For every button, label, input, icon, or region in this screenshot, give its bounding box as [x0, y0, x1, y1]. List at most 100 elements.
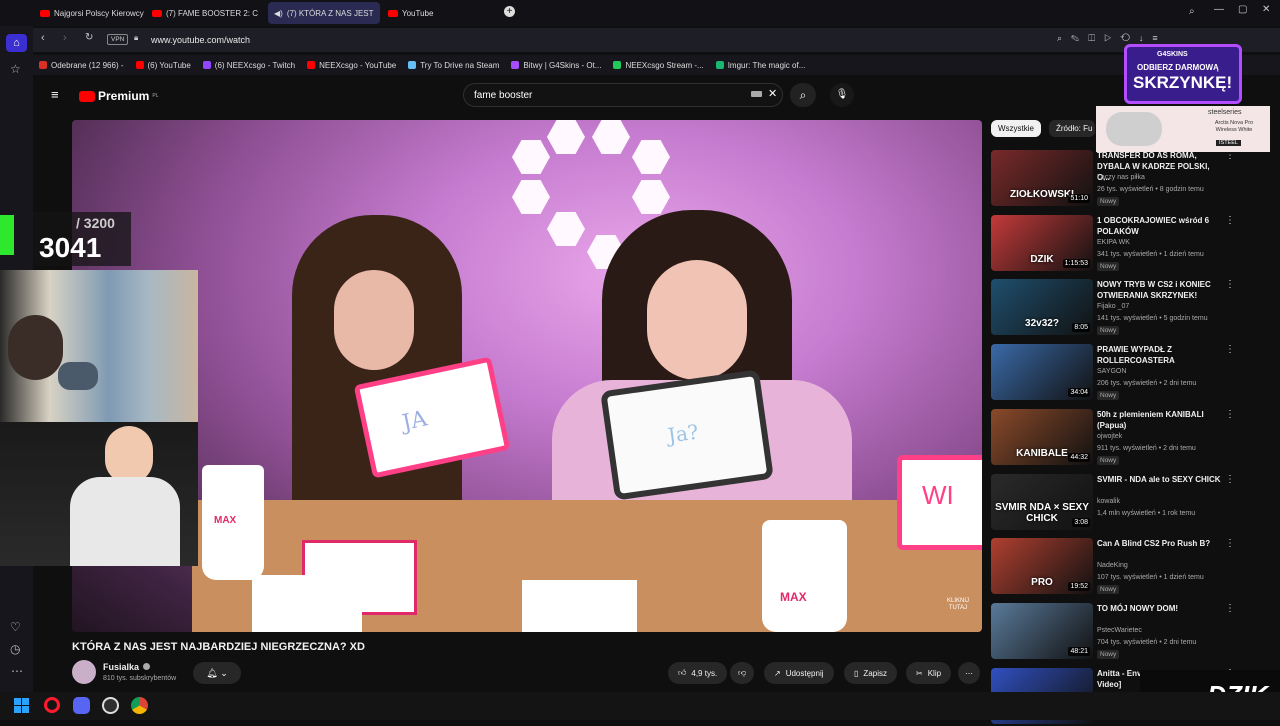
windows-start-icon[interactable] — [14, 698, 29, 713]
clear-search-icon[interactable]: ✕ — [768, 87, 777, 100]
bookmark-item[interactable]: (6) NEEXcsgo - Twitch — [197, 61, 301, 70]
webcam-streamer — [0, 422, 198, 566]
clip-button[interactable]: ✂ Klip — [906, 662, 952, 684]
tab-4[interactable]: YouTube — [382, 2, 496, 24]
recommendation-meta: 107 tys. wyświetleń • 1 dzień temu — [1097, 574, 1204, 582]
tab-2[interactable]: (7) FAME BOOSTER 2: Cas — [146, 2, 258, 24]
board-text-left: JA — [400, 406, 430, 436]
like-button[interactable]: 👍︎ 4,9 tys. — [668, 662, 728, 684]
recommendation-title[interactable]: SVMIR - NDA ale to SEXY CHICK — [1097, 474, 1223, 485]
back-icon[interactable]: ‹ — [41, 32, 45, 44]
recommendation-title[interactable]: Can A Blind CS2 Pro Rush B? — [1097, 538, 1223, 549]
search-input[interactable]: fame booster — [463, 83, 783, 107]
recommendation-title[interactable]: 1 OBCOKRAJOWIEC wśród 6 POLAKÓW — [1097, 215, 1223, 237]
g4skins-icon — [511, 61, 520, 69]
share-button[interactable]: ↗ Udostępnij — [764, 662, 834, 684]
bookmark-item[interactable]: Imgur: The magic of... — [710, 61, 812, 70]
recommendation-card[interactable]: 32v32? 8:05 NOWY TRYB W CS2 i KONIEC OTW… — [991, 279, 1261, 337]
video-thumbnail[interactable]: 48:21 — [991, 602, 1093, 659]
steelseries-ad[interactable]: steelseries Arctis Nova Pro Wireless Whi… — [1096, 106, 1270, 152]
more-options-icon[interactable]: ⋮ — [1225, 409, 1235, 420]
dislike-button[interactable]: 👎︎ — [730, 662, 755, 684]
new-tab-button[interactable]: + — [504, 6, 515, 17]
search-tabs-icon[interactable]: ⌕ — [1189, 6, 1195, 17]
recommendation-channel[interactable]: NadeKing — [1097, 562, 1128, 569]
more-options-icon[interactable]: ⋮ — [1225, 215, 1235, 226]
heart-icon[interactable]: ♡ — [10, 620, 21, 634]
recommendation-card[interactable]: KANIBALE 44:32 50h z plemieniem KANIBALI… — [991, 408, 1261, 467]
recommendation-card[interactable]: DZIK 1:15:53 1 OBCOKRAJOWIEC wśród 6 POL… — [991, 214, 1261, 273]
hex-light — [632, 140, 670, 174]
more-options-icon[interactable]: ⋮ — [1225, 603, 1235, 614]
obs-taskbar-icon[interactable] — [102, 697, 119, 714]
recommendation-channel[interactable]: Fijako _07 — [1097, 303, 1129, 310]
bookmark-item[interactable]: Try To Drive na Steam — [402, 61, 505, 70]
opera-taskbar-icon[interactable] — [44, 697, 60, 713]
video-thumbnail[interactable]: DZIK 1:15:53 — [991, 214, 1093, 271]
tab-3-active[interactable]: ◀) (7) KTÓRA Z NAS JEST — [268, 2, 380, 24]
recommendation-channel[interactable]: ojwojtek — [1097, 433, 1122, 440]
menu-icon[interactable]: ≡ — [51, 87, 59, 102]
video-thumbnail[interactable]: 34:04 — [991, 344, 1093, 401]
keyboard-icon[interactable] — [751, 91, 762, 97]
recommendation-card[interactable]: 48:21 TO MÓJ NOWY DOM! PstecWarietec 704… — [991, 602, 1261, 661]
video-thumbnail[interactable]: SVMIR NDA × SEXY CHICK 3:08 — [991, 473, 1093, 530]
vpn-badge[interactable]: VPN — [107, 34, 129, 45]
bookmark-item[interactable]: NEEXcsgo Stream -... — [607, 61, 709, 70]
recommendation-title[interactable]: 50h z plemieniem KANIBALI (Papua) — [1097, 409, 1223, 431]
tab-1[interactable]: Najgorsi Polscy Kierowcy — [34, 2, 144, 24]
chrome-taskbar-icon[interactable] — [131, 697, 148, 714]
promo-banner[interactable]: G4SKINS ODBIERZ DARMOWĄ SKRZYNKĘ! — [1124, 44, 1242, 104]
video-thumbnail[interactable]: KANIBALE 44:32 — [991, 408, 1093, 465]
chip-source[interactable]: Źródło: Fu — [1049, 120, 1095, 137]
recommendation-card[interactable]: SVMIR NDA × SEXY CHICK 3:08 SVMIR - NDA … — [991, 473, 1261, 532]
youtube-logo[interactable]: Premium PL — [79, 89, 158, 103]
recommendation-channel[interactable]: PstecWarietec — [1097, 627, 1142, 634]
video-thumbnail[interactable]: PRO 19:52 — [991, 538, 1093, 595]
more-actions-button[interactable]: ⋯ — [958, 662, 980, 684]
recommendation-card[interactable]: PRO 19:52 Can A Blind CS2 Pro Rush B? Na… — [991, 538, 1261, 596]
history-icon[interactable]: ◷ — [10, 642, 20, 656]
voice-search-icon[interactable]: 🎙︎ — [830, 83, 854, 107]
more-options-icon[interactable]: ⋮ — [1225, 344, 1235, 355]
notifications-button[interactable]: 🔔︎ ⌄ — [193, 662, 241, 684]
recommendation-card[interactable]: 34:04 PRAWIE WYPADŁ Z ROLLERCOASTERA SAY… — [991, 344, 1261, 402]
more-icon[interactable]: ⋯ — [11, 664, 23, 678]
forward-icon[interactable]: › — [63, 32, 67, 44]
recommendation-channel[interactable]: SAYGON — [1097, 368, 1126, 375]
url-field[interactable]: www.youtube.com/watch — [151, 35, 250, 45]
maximize-button[interactable]: ▢ — [1238, 4, 1247, 15]
speaker-icon[interactable]: ◀) — [274, 9, 283, 18]
recommendation-card[interactable]: ZIOŁKOWSKI 51:10 TRANSFER DO AS ROMA, DY… — [991, 150, 1261, 208]
watermark[interactable]: KLIKNIJ TUTAJ — [942, 598, 974, 612]
video-player[interactable]: JA Ja? WI MAX MAX KLIKNIJ TUTAJ — [72, 120, 982, 632]
recommendation-title[interactable]: PRAWIE WYPADŁ Z ROLLERCOASTERA — [1097, 344, 1223, 366]
discord-taskbar-icon[interactable] — [73, 697, 90, 714]
bookmark-item[interactable]: Bitwy | G4Skins - Ot... — [505, 61, 607, 70]
search-button[interactable]: ⌕ — [790, 83, 816, 107]
minimize-button[interactable]: — — [1214, 4, 1224, 15]
youtube-icon — [40, 9, 50, 17]
recommendation-title[interactable]: NOWY TRYB W CS2 i KONIEC OTWIERANIA SKRZ… — [1097, 279, 1223, 301]
video-thumbnail[interactable]: 32v32? 8:05 — [991, 279, 1093, 336]
close-window-button[interactable]: ✕ — [1262, 4, 1270, 15]
reload-icon[interactable]: ↻ — [85, 32, 93, 43]
video-thumbnail[interactable]: ZIOŁKOWSKI 51:10 — [991, 150, 1093, 206]
pinboard-icon[interactable]: ☆ — [10, 62, 21, 76]
recommendation-title[interactable]: TO MÓJ NOWY DOM! — [1097, 603, 1223, 614]
home-icon[interactable]: ⌂ — [6, 34, 27, 52]
bookmark-item[interactable]: Odebrane (12 966) - — [33, 61, 130, 70]
recommendation-channel[interactable]: Łączy nas piłka — [1097, 174, 1145, 181]
more-options-icon[interactable]: ⋮ — [1225, 279, 1235, 290]
chip-all[interactable]: Wszystkie — [991, 120, 1041, 137]
channel-name[interactable]: Fusialka — [103, 662, 139, 672]
channel-avatar[interactable] — [72, 660, 96, 684]
person-left-face — [334, 270, 414, 370]
bookmark-item[interactable]: NEEXcsgo - YouTube — [301, 61, 402, 70]
bookmark-item[interactable]: (6) YouTube — [130, 61, 197, 70]
more-options-icon[interactable]: ⋮ — [1225, 474, 1235, 485]
recommendation-channel[interactable]: kowalik — [1097, 498, 1120, 505]
more-options-icon[interactable]: ⋮ — [1225, 538, 1235, 549]
save-button[interactable]: ▯ Zapisz — [844, 662, 897, 684]
recommendation-channel[interactable]: EKIPA WK — [1097, 239, 1130, 246]
